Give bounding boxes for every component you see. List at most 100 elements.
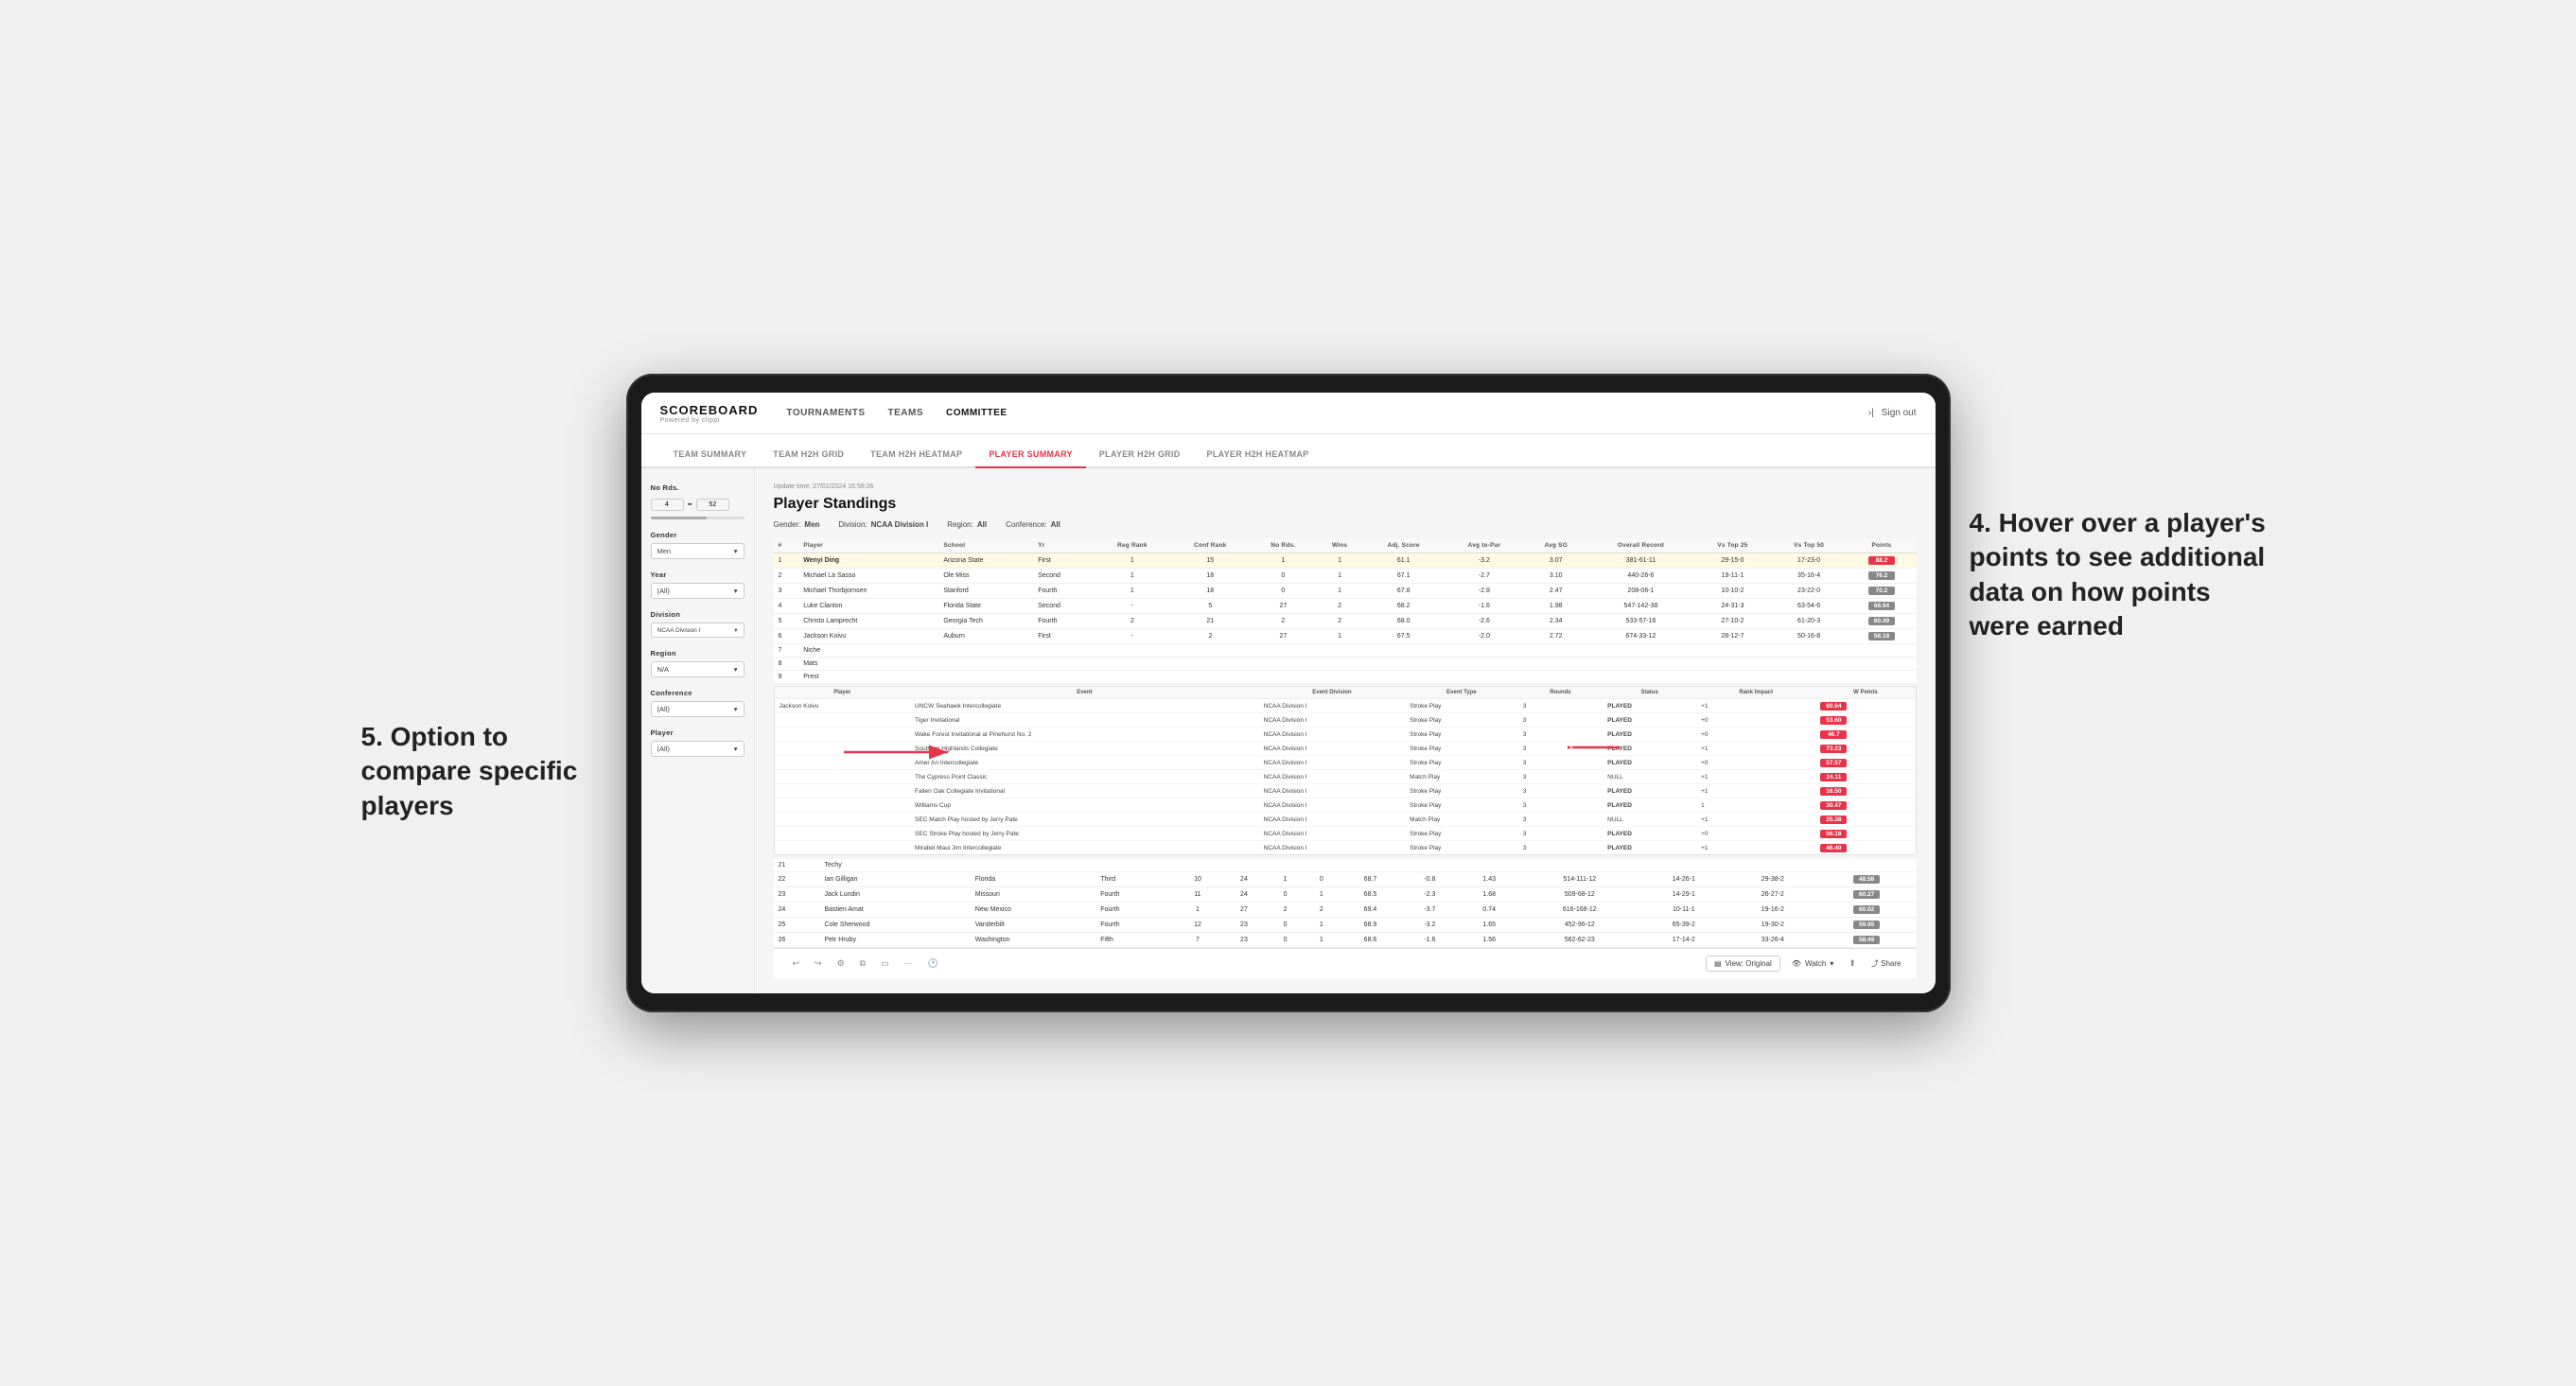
exp-cell-type: Stroke Play [1405, 784, 1518, 798]
export-button[interactable]: ⬆ [1845, 956, 1860, 971]
exp-cell-division: NCAA Division I [1259, 827, 1405, 841]
exp-cell-event: Fallen Oak Collegiate Invitational [910, 784, 1259, 798]
exp-cell-event: Wake Forest Invitational at Pinehurst No… [910, 728, 1259, 742]
exp-cell-w-points[interactable]: 16.50 [1815, 784, 1915, 798]
exp-cell-w-points[interactable]: 60.64 [1815, 699, 1915, 713]
exp-cell-type: Stroke Play [1405, 728, 1518, 742]
exp-col-type: Event Type [1405, 687, 1518, 699]
exp-cell-w-points[interactable]: 57.57 [1815, 756, 1915, 770]
exp-cell-w-points[interactable]: 46.40 [1815, 841, 1915, 855]
year-select[interactable]: (All) ▾ [651, 583, 745, 599]
clock-icon[interactable]: 🕐 [924, 956, 942, 971]
exp-cell-w-points[interactable]: 30.47 [1815, 798, 1915, 813]
undo-button[interactable]: ↩ [789, 956, 804, 971]
cell-yr: Second [1033, 569, 1095, 584]
nav-teams[interactable]: TEAMS [888, 404, 924, 422]
share-button[interactable]: ⤴ Share [1871, 958, 1901, 969]
cell-top50: 17-23-0 [1771, 553, 1848, 569]
nav-tournaments[interactable]: TOURNAMENTS [786, 404, 865, 422]
cell-points[interactable]: 60.49 [1847, 614, 1916, 629]
exp-cell-player [775, 813, 911, 827]
conference-select[interactable]: (All) ▾ [651, 701, 745, 717]
cell-points[interactable]: 76.2 [1847, 569, 1916, 584]
cell-points[interactable] [1817, 859, 1917, 872]
exp-cell-event: Tiger Invitational [910, 713, 1259, 728]
subnav-player-summary[interactable]: PLAYER SUMMARY [975, 442, 1086, 468]
exp-cell-w-points[interactable]: 53.60 [1815, 713, 1915, 728]
exp-col-status: Status [1603, 687, 1696, 699]
cell-avg-sg: 0.74 [1459, 903, 1520, 918]
expanded-header-row: Player Event Event Division Event Type R… [775, 687, 1916, 699]
cell-points[interactable]: 88.2 [1847, 553, 1916, 569]
cell-points[interactable]: 59.95 [1817, 918, 1917, 933]
cell-wins: 1 [1304, 918, 1340, 933]
exp-cell-w-points[interactable]: 25.38 [1815, 813, 1915, 827]
exp-cell-w-points[interactable]: 56.18 [1815, 827, 1915, 841]
cell-points[interactable]: 58.18 [1847, 629, 1916, 644]
gender-select[interactable]: Men ▾ [651, 543, 745, 559]
main-content: No Rds. 4 - 52 Gender Men [641, 468, 1936, 993]
cell-avg-par [1444, 671, 1525, 684]
subnav-player-h2h-heatmap[interactable]: PLAYER H2H HEATMAP [1194, 442, 1323, 468]
cell-yr [1033, 671, 1095, 684]
exp-cell-rank-impact: +1 [1696, 784, 1815, 798]
cell-top25: 14-26-1 [1639, 872, 1728, 887]
cell-avg-sg [1525, 671, 1587, 684]
exp-cell-w-points[interactable]: 24.11 [1815, 770, 1915, 784]
col-top25: Vs Top 25 [1694, 538, 1771, 553]
copy-icon[interactable]: ⧉ [856, 956, 869, 971]
cell-no-rds: 27 [1251, 599, 1316, 614]
cell-points[interactable]: 70.2 [1847, 584, 1916, 599]
cell-reg-rank: 10 [1174, 872, 1220, 887]
sidebar-conference: Conference (All) ▾ [651, 689, 745, 717]
cell-points[interactable]: 58.49 [1817, 933, 1917, 948]
nav-committee[interactable]: COMMITTEE [946, 404, 1008, 422]
cell-school: Georgia Tech [938, 614, 1033, 629]
no-rds-max[interactable]: 52 [696, 499, 729, 511]
exp-cell-rounds: 3 [1518, 813, 1603, 827]
settings-icon[interactable]: ⚙ [833, 956, 849, 971]
cell-points[interactable]: 60.02 [1817, 903, 1917, 918]
more-icon[interactable]: ⋯ [901, 956, 917, 971]
no-rds-slider[interactable] [651, 517, 745, 519]
table-row: 26 Petr Hruby Washington Fifth 7 23 0 1 … [774, 933, 1917, 948]
cell-avg-sg: 1.65 [1459, 918, 1520, 933]
subnav-player-h2h-grid[interactable]: PLAYER H2H GRID [1086, 442, 1194, 468]
sign-out[interactable]: Sign out [1882, 408, 1917, 418]
cell-points[interactable] [1847, 671, 1916, 684]
subnav-team-h2h-heatmap[interactable]: TEAM H2H HEATMAP [857, 442, 975, 468]
cell-adj-score: 68.9 [1340, 918, 1401, 933]
watch-button[interactable]: 👁 Watch ▾ [1792, 959, 1834, 968]
sidebar-year: Year (All) ▾ [651, 570, 745, 599]
cell-avg-sg: 2.72 [1525, 629, 1587, 644]
subnav-team-summary[interactable]: TEAM SUMMARY [660, 442, 761, 468]
exp-cell-rounds: 3 [1518, 699, 1603, 713]
redo-button[interactable]: ↪ [811, 956, 826, 971]
cell-school: Missouri [971, 887, 1095, 903]
expanded-row: Jackson Koivu UNCW Seahawk Intercollegia… [775, 699, 1916, 713]
cell-no-rds: 27 [1251, 629, 1316, 644]
player-select[interactable]: (All) ▾ [651, 741, 745, 757]
subnav-team-h2h-grid[interactable]: TEAM H2H GRID [760, 442, 857, 468]
cell-points[interactable]: 60.27 [1817, 887, 1917, 903]
division-select[interactable]: NCAA Division I ▾ [651, 623, 745, 638]
cell-reg-rank: - [1095, 629, 1170, 644]
cell-reg-rank: - [1095, 599, 1170, 614]
exp-cell-w-points[interactable]: 46.7 [1815, 728, 1915, 742]
cell-points[interactable]: 48.58 [1817, 872, 1917, 887]
filter-gender: Gender: Men [774, 520, 820, 529]
dash-icon[interactable]: ▭ [877, 956, 893, 971]
cell-points[interactable]: 68.94 [1847, 599, 1916, 614]
exp-cell-player: Jackson Koivu [775, 699, 911, 713]
cell-points[interactable] [1847, 644, 1916, 658]
cell-top25: 14-29-1 [1639, 887, 1728, 903]
view-button[interactable]: ▤ View: Original [1706, 956, 1780, 972]
cell-conf-rank: 21 [1170, 614, 1251, 629]
cell-points[interactable] [1847, 658, 1916, 671]
cell-no-rds [1251, 644, 1316, 658]
cell-rank: 25 [774, 918, 820, 933]
region-select[interactable]: N/A ▾ [651, 661, 745, 677]
exp-cell-w-points[interactable]: 73.23 [1815, 742, 1915, 756]
no-rds-min[interactable]: 4 [651, 499, 684, 511]
cell-player: Michael La Sasso [798, 569, 938, 584]
